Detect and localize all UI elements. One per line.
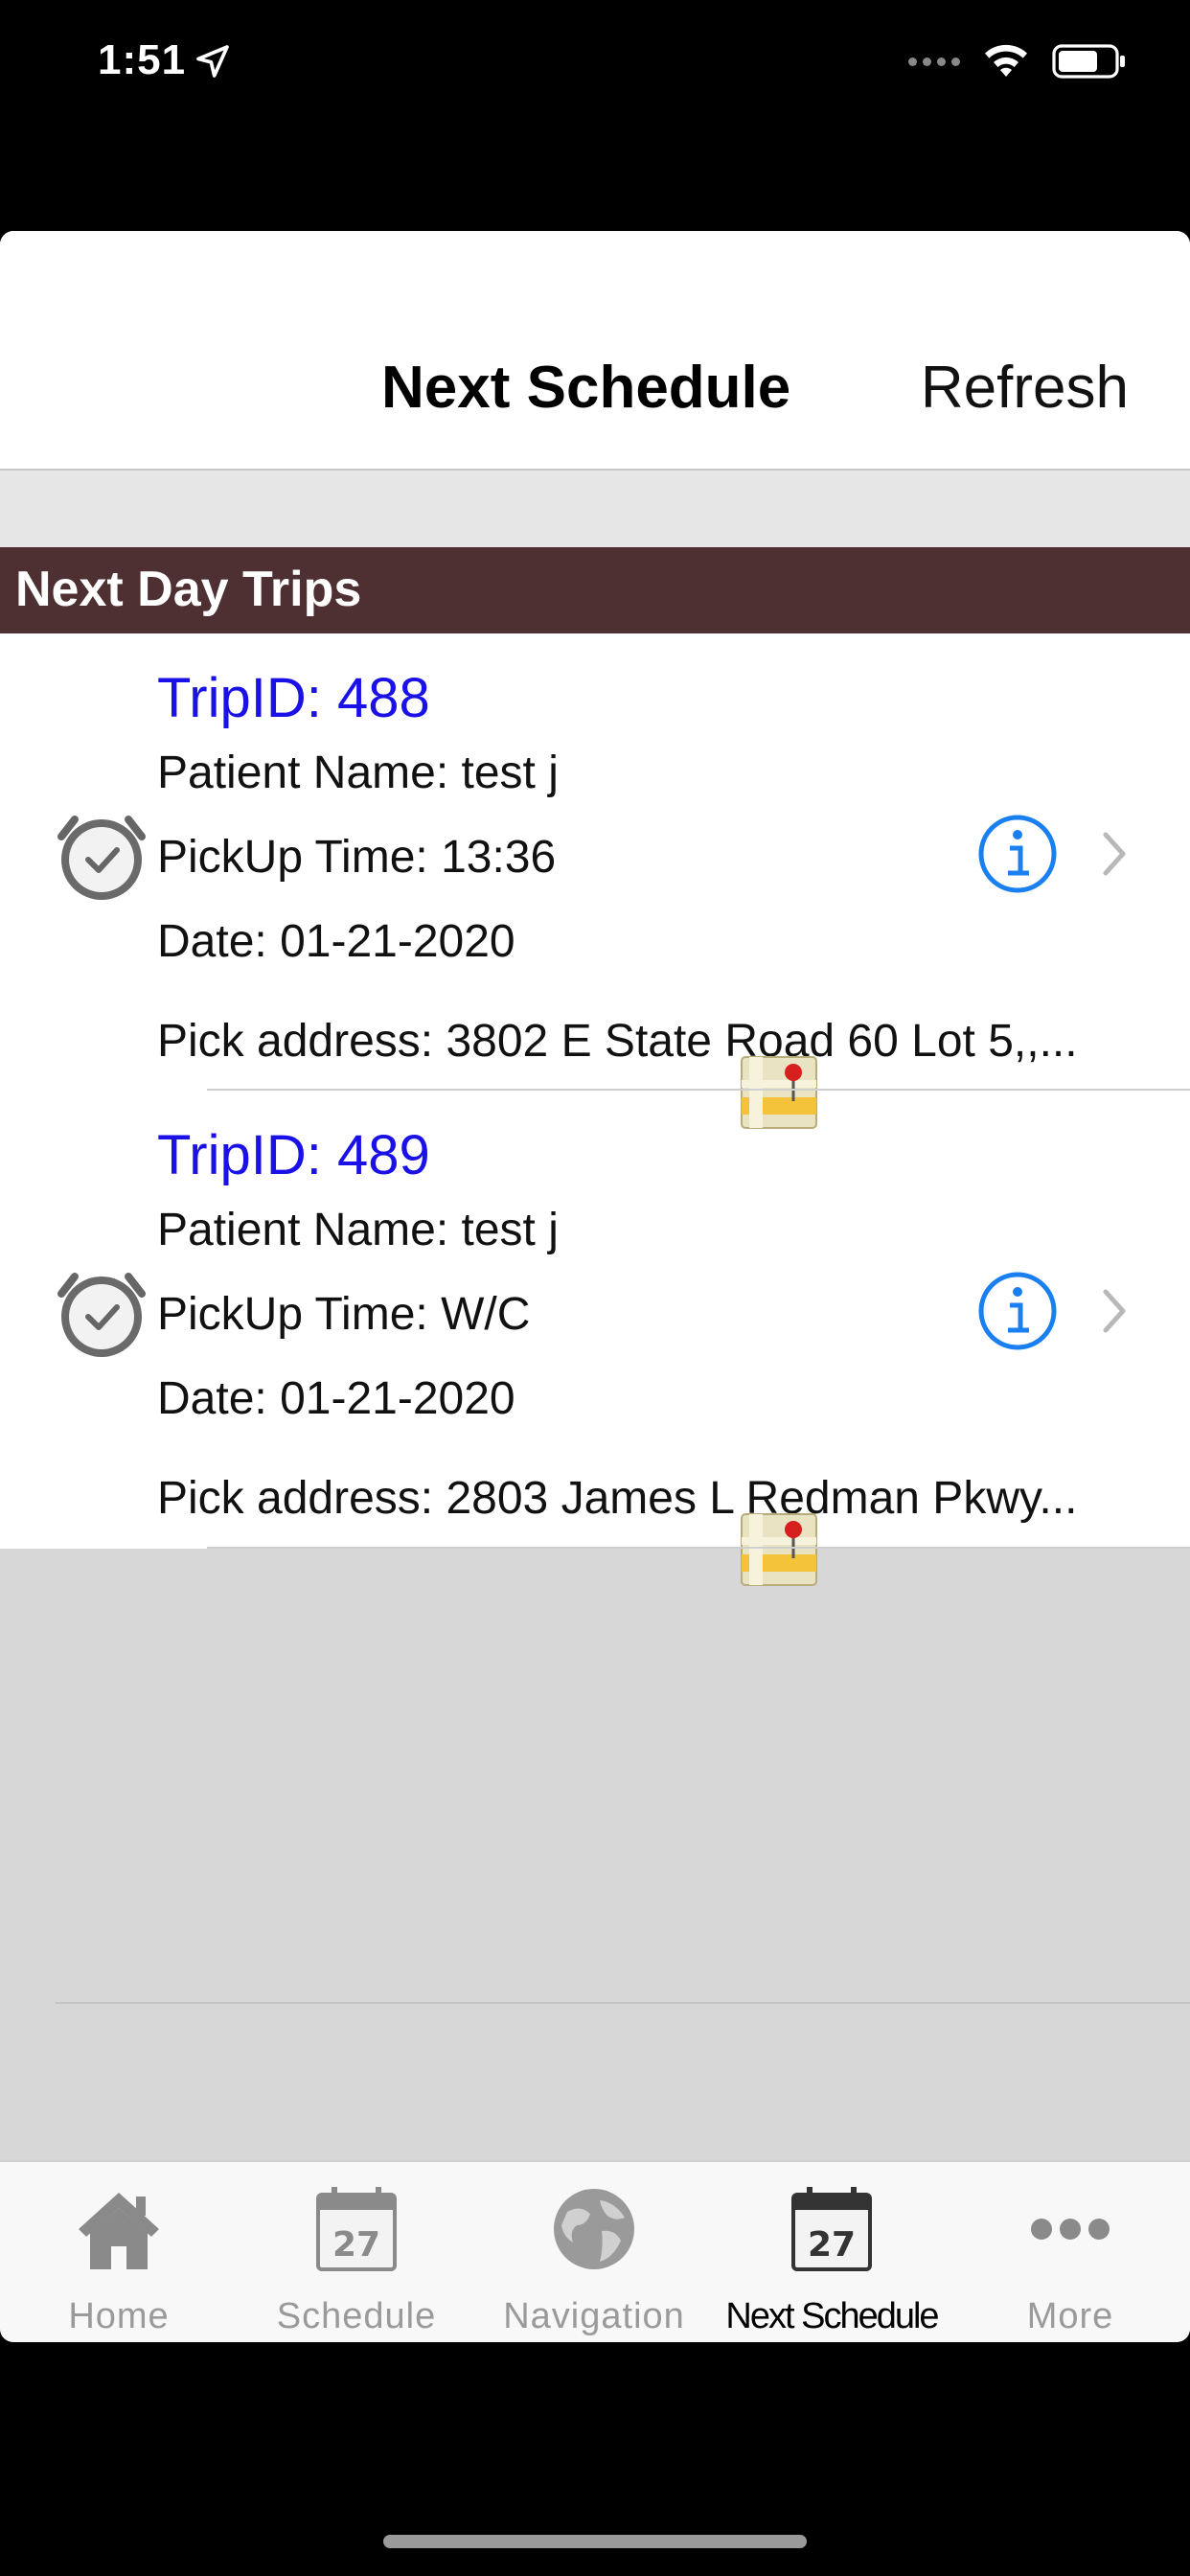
home-indicator[interactable] bbox=[383, 2535, 807, 2548]
tab-label: More bbox=[1026, 2296, 1114, 2336]
tab-navigation[interactable]: Navigation bbox=[475, 2162, 713, 2342]
trip-row[interactable]: TripID: 489 Patient Name: test j PickUp … bbox=[0, 1091, 1190, 1586]
alarm-clock-icon bbox=[57, 816, 146, 900]
trip-list: TripID: 488 Patient Name: test j PickUp … bbox=[0, 633, 1190, 1586]
tab-schedule[interactable]: 27 Schedule bbox=[238, 2162, 475, 2342]
tab-label: Schedule bbox=[276, 2296, 437, 2336]
tab-next-schedule[interactable]: 27 Next Schedule bbox=[713, 2162, 950, 2342]
more-icon bbox=[1031, 2219, 1110, 2240]
trip-row[interactable]: TripID: 488 Patient Name: test j PickUp … bbox=[0, 633, 1190, 1129]
patient-name: Patient Name: test j bbox=[157, 748, 559, 798]
wifi-icon bbox=[985, 44, 1027, 77]
tab-label: Next Schedule bbox=[725, 2296, 939, 2336]
chevron-right-icon bbox=[1103, 1289, 1126, 1333]
battery-icon bbox=[1052, 44, 1125, 79]
calendar-day: 27 bbox=[808, 2225, 856, 2265]
row-divider bbox=[207, 1547, 1190, 1549]
trip-id: TripID: 488 bbox=[157, 667, 430, 729]
trip-id: TripID: 489 bbox=[157, 1124, 430, 1186]
calendar-icon: 27 bbox=[791, 2187, 872, 2271]
refresh-button[interactable]: Refresh bbox=[921, 354, 1129, 422]
tab-home[interactable]: Home bbox=[0, 2162, 238, 2342]
pickup-time: PickUp Time: 13:36 bbox=[157, 832, 557, 883]
section-header: Next Day Trips bbox=[0, 547, 1190, 633]
patient-name: Patient Name: test j bbox=[157, 1205, 559, 1255]
info-icon[interactable] bbox=[977, 1271, 1058, 1351]
chevron-right-icon bbox=[1103, 832, 1126, 876]
calendar-day: 27 bbox=[332, 2225, 380, 2265]
status-time: 1:51 bbox=[98, 36, 187, 83]
calendar-icon: 27 bbox=[316, 2187, 397, 2271]
status-indicators bbox=[908, 42, 1129, 80]
globe-icon bbox=[554, 2189, 634, 2269]
header-spacer bbox=[0, 471, 1190, 547]
trip-date: Date: 01-21-2020 bbox=[157, 1373, 515, 1424]
map-pin-icon[interactable] bbox=[740, 1510, 818, 1587]
pickup-time: PickUp Time: W/C bbox=[157, 1289, 531, 1340]
trip-date: Date: 01-21-2020 bbox=[157, 916, 515, 967]
tab-label: Navigation bbox=[503, 2296, 685, 2336]
signal-icon bbox=[908, 57, 960, 66]
tab-more[interactable]: More bbox=[950, 2162, 1190, 2342]
navigation-bar: Next Schedule Refresh bbox=[0, 231, 1190, 471]
tab-label: Home bbox=[68, 2296, 170, 2336]
info-icon[interactable] bbox=[977, 814, 1058, 894]
location-arrow-icon bbox=[196, 45, 229, 78]
section-title: Next Day Trips bbox=[15, 562, 362, 617]
app-screen: Next Schedule Refresh Next Day Trips Tri… bbox=[0, 231, 1190, 2342]
empty-divider bbox=[56, 2002, 1190, 2004]
tab-bar: Home 27 Schedule Navigation 27 Next Sche… bbox=[0, 2160, 1190, 2342]
status-bar: 1:51 bbox=[0, 0, 1190, 134]
pick-address: Pick address: 2803 James L Redman Pkwy..… bbox=[157, 1473, 1078, 1524]
pick-address: Pick address: 3802 E State Road 60 Lot 5… bbox=[157, 1016, 1078, 1067]
alarm-clock-icon bbox=[57, 1273, 146, 1357]
home-icon bbox=[79, 2193, 159, 2269]
page-title: Next Schedule bbox=[381, 355, 791, 421]
